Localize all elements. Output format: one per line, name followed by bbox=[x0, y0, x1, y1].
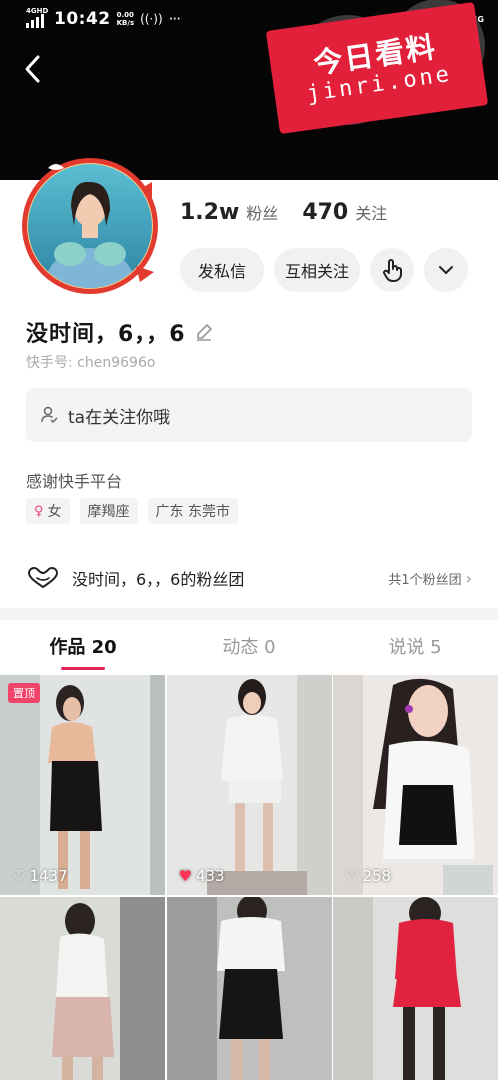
fan-group-name: 没时间，6，，6的粉丝团 bbox=[72, 570, 245, 589]
tab-posts[interactable]: 说说 5 bbox=[332, 620, 498, 672]
hotspot-icon: ((·)) bbox=[140, 12, 163, 26]
send-message-button[interactable]: 发私信 bbox=[180, 248, 264, 292]
status-left: 4GHD 10:42 0.00 KB/s ((·)) ··· bbox=[26, 7, 181, 29]
tag-zodiac: 摩羯座 bbox=[79, 498, 138, 524]
thumbnail-image bbox=[0, 675, 165, 895]
fan-group-count: 共1个粉丝团 › bbox=[388, 569, 472, 588]
action-buttons: 发私信 互相关注 bbox=[180, 248, 468, 292]
clock: 10:42 bbox=[54, 9, 111, 29]
tab-moments[interactable]: 动态 0 bbox=[166, 620, 332, 672]
header: 4GHD 10:42 0.00 KB/s ((·)) ··· 4G 今日看料 j… bbox=[0, 0, 498, 180]
following-count: 470 bbox=[302, 200, 349, 225]
thumbnail-image bbox=[166, 675, 332, 895]
followers-label: 粉丝 bbox=[246, 204, 279, 223]
avatar[interactable] bbox=[18, 154, 162, 298]
poke-button[interactable] bbox=[370, 248, 414, 292]
name-row: 没时间，6，，6 bbox=[26, 316, 214, 348]
thumbnail-image bbox=[166, 897, 332, 1080]
fan-heart-icon bbox=[28, 567, 58, 588]
like-count: ♡ 1437 bbox=[12, 867, 68, 885]
video-thumbnail[interactable] bbox=[0, 897, 165, 1080]
like-count-value: 1437 bbox=[29, 867, 68, 885]
net-speed-value: 0.00 bbox=[116, 11, 134, 19]
user-follow-icon bbox=[41, 406, 58, 424]
video-thumbnail[interactable] bbox=[166, 897, 332, 1080]
like-count: ♡ 258 bbox=[345, 867, 391, 885]
section-divider bbox=[0, 608, 498, 620]
video-thumbnail[interactable]: ♥ 433 bbox=[166, 675, 332, 895]
profile-page: 4GHD 10:42 0.00 KB/s ((·)) ··· 4G 今日看料 j… bbox=[0, 0, 498, 1080]
video-thumbnail[interactable]: ♡ 258 bbox=[333, 675, 498, 895]
hand-icon bbox=[383, 259, 402, 282]
video-thumbnail[interactable] bbox=[333, 897, 498, 1080]
follow-notice-text: ta在关注你哦 bbox=[68, 407, 171, 428]
followers-stat[interactable]: 1.2w 粉丝 bbox=[180, 200, 278, 225]
chevron-down-icon bbox=[439, 266, 453, 274]
tab-works[interactable]: 作品 20 bbox=[0, 620, 166, 672]
back-arrow-icon bbox=[25, 55, 40, 83]
tag-gender: ♀ 女 bbox=[26, 498, 70, 524]
like-count-value: 258 bbox=[362, 867, 392, 885]
followers-count: 1.2w bbox=[180, 200, 240, 225]
tag-location: 广东 东莞市 bbox=[147, 498, 238, 524]
profile-section: 1.2w 粉丝 470 关注 发私信 互相关注 没时间，6，，6 快手号: ch… bbox=[0, 158, 498, 1080]
female-icon: ♀ bbox=[34, 503, 44, 519]
follow-notice: ta在关注你哦 bbox=[26, 388, 472, 442]
thumbnail-image bbox=[0, 897, 165, 1080]
chevron-right-icon: › bbox=[465, 568, 472, 588]
following-label: 关注 bbox=[355, 204, 388, 223]
fan-group-count-text: 共1个粉丝团 bbox=[388, 572, 462, 588]
net-speed: 0.00 KB/s bbox=[117, 11, 134, 27]
user-id[interactable]: 快手号: chen9696o bbox=[26, 352, 155, 372]
mutual-follow-button[interactable]: 互相关注 bbox=[274, 248, 360, 292]
pencil-icon[interactable] bbox=[194, 322, 214, 342]
tag-gender-label: 女 bbox=[47, 504, 62, 520]
heart-icon: ♡ bbox=[345, 867, 359, 885]
video-thumbnail[interactable]: 置顶 ♡ 1437 bbox=[0, 675, 165, 895]
video-grid: 置顶 ♡ 1437 ♥ 433 ♡ 258 bbox=[0, 675, 498, 1080]
like-count: ♥ 433 bbox=[179, 867, 225, 885]
like-count-value: 433 bbox=[195, 867, 225, 885]
fan-group-row[interactable]: 没时间，6，，6的粉丝团 共1个粉丝团 › bbox=[26, 560, 472, 596]
pinned-badge: 置顶 bbox=[8, 683, 40, 703]
thumbnail-image bbox=[333, 897, 498, 1080]
content-tabs: 作品 20 动态 0 说说 5 bbox=[0, 620, 498, 672]
bio: 感谢快手平台 bbox=[26, 472, 123, 491]
signal-icon: 4GHD bbox=[26, 7, 48, 28]
heart-icon: ♡ bbox=[12, 867, 26, 885]
following-stat[interactable]: 470 关注 bbox=[302, 200, 387, 225]
more-options-button[interactable] bbox=[424, 248, 468, 292]
thumbnail-image bbox=[333, 675, 498, 895]
profile-tags: ♀ 女 摩羯座 广东 东莞市 bbox=[26, 498, 238, 524]
more-notifications-icon: ··· bbox=[168, 10, 181, 28]
back-button[interactable] bbox=[18, 52, 48, 86]
net-speed-unit: KB/s bbox=[116, 19, 135, 27]
heart-icon: ♥ bbox=[178, 867, 192, 885]
display-name: 没时间，6，，6 bbox=[26, 322, 186, 347]
stats: 1.2w 粉丝 470 关注 bbox=[180, 200, 387, 225]
